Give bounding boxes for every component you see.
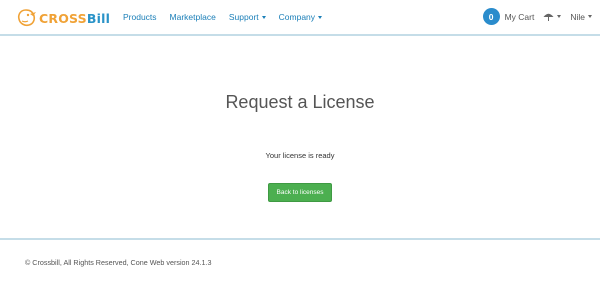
nav-products[interactable]: Products [123, 12, 157, 22]
nav-support-dropdown[interactable]: Support [229, 12, 266, 22]
nav-marketplace[interactable]: Marketplace [170, 12, 216, 22]
account-area: 0 My Cart Nile [482, 8, 592, 25]
main-nav: Products Marketplace Support Company [123, 12, 335, 22]
crossbill-bird-icon [17, 9, 36, 27]
nav-support-label: Support [228, 12, 259, 22]
nav-products-label: Products [123, 12, 157, 22]
main-content: Request a License Your license is ready … [0, 38, 600, 238]
copyright-text: © Crossbill, All Rights Reserved, Cone W… [25, 258, 212, 267]
cart-count-badge[interactable]: 0 [482, 8, 500, 25]
page-title: Request a License [225, 92, 375, 112]
nav-company-label: Company [278, 12, 316, 22]
caret-down-icon [261, 16, 266, 20]
caret-down-icon [588, 15, 592, 18]
brand-name-part2: Bill [86, 10, 111, 26]
caret-down-icon [557, 15, 562, 18]
settings-dropdown[interactable] [543, 12, 562, 22]
crossbill-logo[interactable]: CROSSBill [16, 8, 110, 28]
my-cart-link[interactable]: My Cart [505, 12, 535, 22]
top-navbar: CROSSBill Products Marketplace Support C… [0, 0, 600, 36]
action-row: Back to licenses [0, 181, 600, 202]
nav-marketplace-label: Marketplace [169, 12, 216, 22]
license-status-text: Your license is ready [265, 151, 335, 160]
user-menu-dropdown[interactable]: Nile [570, 12, 592, 22]
brand-name-part1: CROSS [39, 10, 87, 26]
umbrella-icon [543, 13, 554, 21]
user-name: Nile [570, 11, 585, 22]
page-footer: © Crossbill, All Rights Reserved, Cone W… [0, 238, 600, 308]
back-to-licenses-button[interactable]: Back to licenses [267, 183, 333, 202]
brand-name: CROSSBill [39, 11, 110, 26]
nav-company-dropdown[interactable]: Company [278, 12, 323, 22]
caret-down-icon [318, 16, 323, 20]
